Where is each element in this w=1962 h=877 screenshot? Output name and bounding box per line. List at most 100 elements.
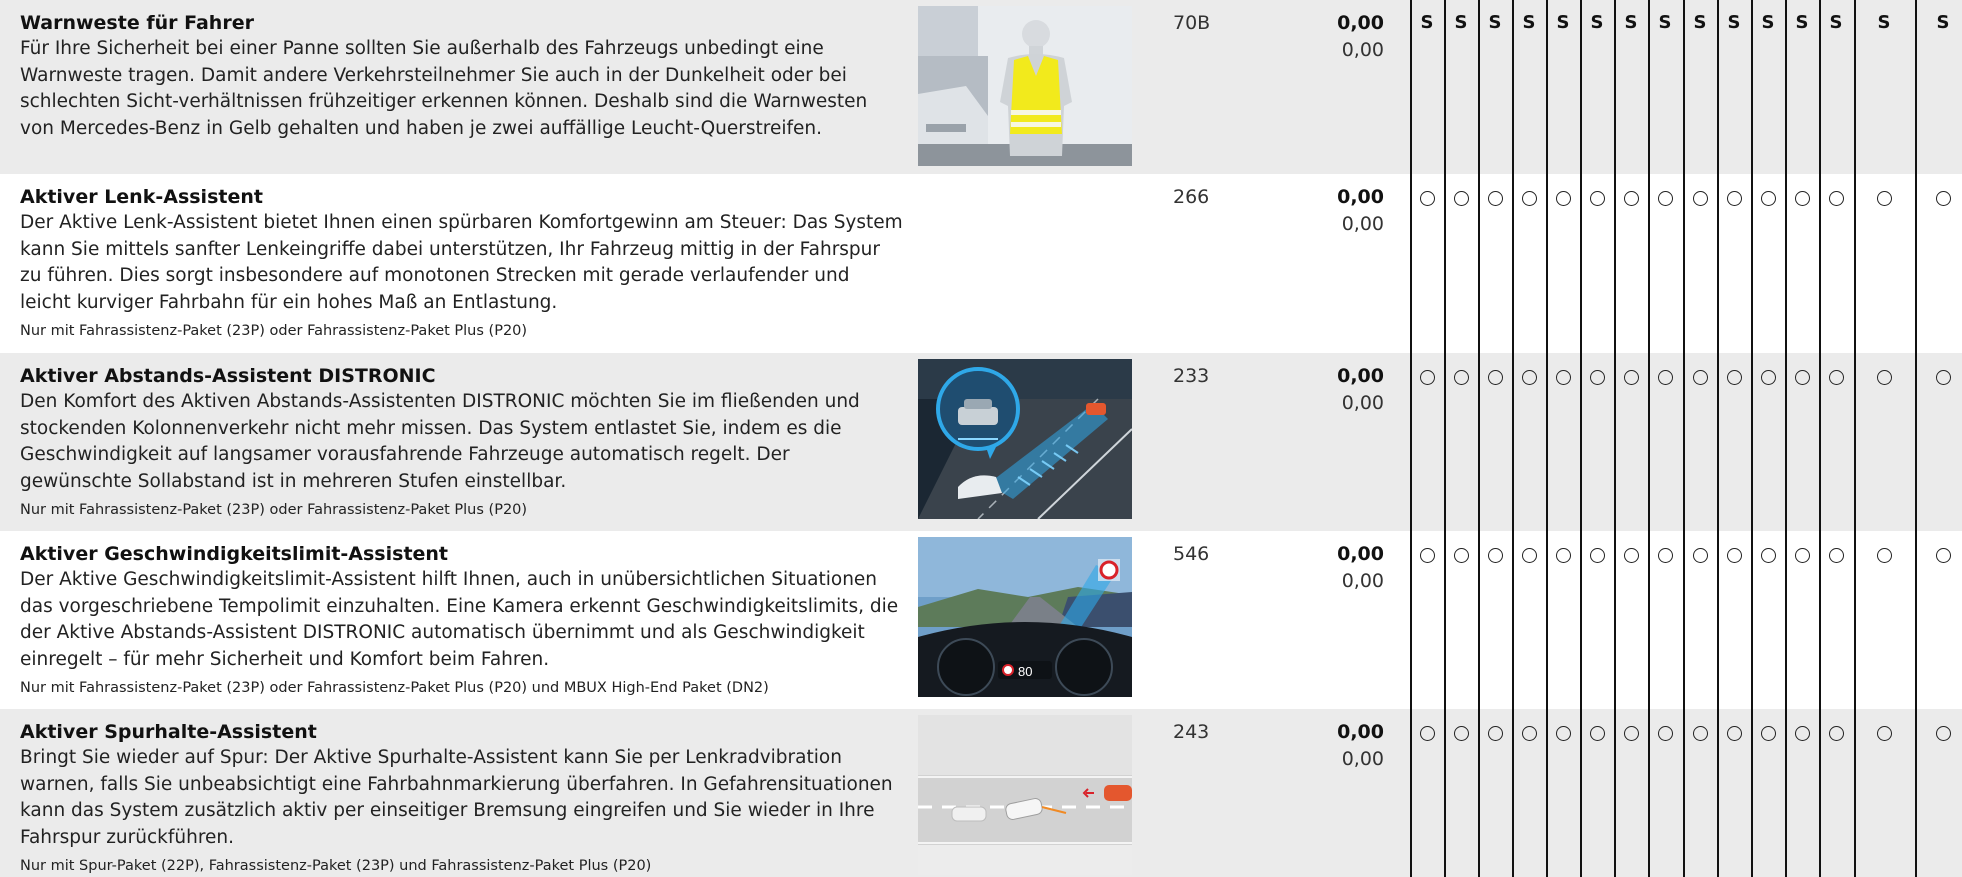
row-description: Der Aktive Geschwindigkeitslimit-Assiste… <box>20 569 899 671</box>
availability-cell <box>1717 186 1751 211</box>
price-value: 0,00 <box>1337 543 1384 565</box>
optional-circle-icon <box>1760 191 1776 206</box>
optional-circle-icon <box>1555 370 1571 385</box>
availability-cell: S <box>1590 12 1604 33</box>
optional-circle-icon <box>1623 548 1639 563</box>
availability-cell: S <box>1829 12 1843 33</box>
optional-circle-icon <box>1692 191 1708 206</box>
availability-cell <box>1478 721 1512 746</box>
availability-cell <box>1751 543 1785 568</box>
availability-cell: S <box>1522 12 1536 33</box>
optional-circle-icon <box>1589 726 1605 741</box>
availability-cell <box>1580 365 1614 390</box>
column-divider <box>1410 0 1412 877</box>
row-title: Aktiver Geschwindigkeitslimit-Assistent <box>20 543 449 565</box>
availability-cell <box>1648 543 1682 568</box>
availability-cell <box>1410 186 1444 211</box>
table-row: Aktiver Abstands-Assistent DISTRONIC Den… <box>0 353 1962 531</box>
availability-cell: S <box>1727 12 1741 33</box>
availability-cell <box>1614 543 1648 568</box>
availability-cell <box>1444 186 1478 211</box>
availability-cell <box>1819 543 1853 568</box>
column-divider <box>1854 0 1856 877</box>
distronic-image <box>918 359 1132 519</box>
availability-cell <box>1546 365 1580 390</box>
availability-cell <box>1683 365 1717 390</box>
column-divider <box>1614 0 1616 877</box>
row-description: Für Ihre Sicherheit bei einer Panne soll… <box>20 38 868 140</box>
availability-cell <box>1785 365 1819 390</box>
availability-cell <box>1648 365 1682 390</box>
availability-cell <box>1751 721 1785 746</box>
row-note: Nur mit Fahrassistenz-Paket (23P) oder F… <box>20 322 528 339</box>
availability-cell: S <box>1877 12 1891 33</box>
optional-circle-icon <box>1487 726 1503 741</box>
availability-cell <box>1444 721 1478 746</box>
option-code: 233 <box>1173 365 1210 387</box>
availability-cell <box>1444 365 1478 390</box>
optional-circle-icon <box>1876 191 1892 206</box>
option-code: 70B <box>1173 12 1211 34</box>
availability-cell <box>1512 543 1546 568</box>
table-row: Aktiver Geschwindigkeitslimit-Assistent … <box>0 531 1962 709</box>
optional-circle-icon <box>1794 191 1810 206</box>
table-row: Warnweste für Fahrer Für Ihre Sicherheit… <box>0 0 1962 174</box>
column-divider <box>1819 0 1821 877</box>
price-value: 0,00 <box>1337 186 1384 208</box>
optional-circle-icon <box>1555 548 1571 563</box>
availability-cell <box>1717 543 1751 568</box>
price-net-value: 0,00 <box>1341 39 1384 61</box>
availability-cell <box>1478 543 1512 568</box>
availability-cell <box>1648 186 1682 211</box>
column-divider <box>1478 0 1480 877</box>
optional-circle-icon <box>1657 370 1673 385</box>
optional-circle-icon <box>1419 726 1435 741</box>
price-net-value: 0,00 <box>1341 213 1384 235</box>
row-title: Warnweste für Fahrer <box>20 12 254 34</box>
price-value: 0,00 <box>1337 365 1384 387</box>
price-value: 0,00 <box>1337 12 1384 34</box>
availability-cell <box>1819 365 1853 390</box>
row-note: Nur mit Fahrassistenz-Paket (23P) oder F… <box>20 501 528 518</box>
column-divider <box>1444 0 1446 877</box>
optional-circle-icon <box>1935 191 1951 206</box>
optional-circle-icon <box>1657 191 1673 206</box>
availability-cell: S <box>1795 12 1809 33</box>
availability-cell <box>1683 186 1717 211</box>
optional-circle-icon <box>1726 726 1742 741</box>
optional-circle-icon <box>1589 370 1605 385</box>
availability-cell <box>1478 365 1512 390</box>
optional-circle-icon <box>1876 548 1892 563</box>
optional-circle-icon <box>1419 370 1435 385</box>
availability-cell: S <box>1488 12 1502 33</box>
optional-circle-icon <box>1521 548 1537 563</box>
availability-cell <box>1819 186 1853 211</box>
lane-keeping-image <box>918 715 1132 875</box>
availability-cell <box>1683 721 1717 746</box>
row-description: Bringt Sie wieder auf Spur: Der Aktive S… <box>20 747 893 849</box>
optional-circle-icon <box>1794 548 1810 563</box>
availability-cell <box>1926 543 1960 568</box>
optional-circle-icon <box>1935 726 1951 741</box>
availability-cell <box>1614 365 1648 390</box>
row-title: Aktiver Spurhalte-Assistent <box>20 721 317 743</box>
optional-circle-icon <box>1692 548 1708 563</box>
column-divider <box>1683 0 1685 877</box>
availability-cell <box>1867 365 1901 390</box>
column-divider <box>1785 0 1787 877</box>
optional-circle-icon <box>1760 548 1776 563</box>
optional-circle-icon <box>1760 370 1776 385</box>
optional-circle-icon <box>1555 726 1571 741</box>
availability-cell <box>1410 721 1444 746</box>
availability-cell <box>1683 543 1717 568</box>
column-divider <box>1648 0 1650 877</box>
optional-circle-icon <box>1794 726 1810 741</box>
equipment-table: Warnweste für Fahrer Für Ihre Sicherheit… <box>0 0 1962 877</box>
column-divider <box>1546 0 1548 877</box>
optional-circle-icon <box>1453 726 1469 741</box>
availability-cell <box>1785 543 1819 568</box>
availability-cell <box>1546 721 1580 746</box>
availability-cell <box>1512 365 1546 390</box>
availability-cell <box>1580 721 1614 746</box>
optional-circle-icon <box>1657 548 1673 563</box>
